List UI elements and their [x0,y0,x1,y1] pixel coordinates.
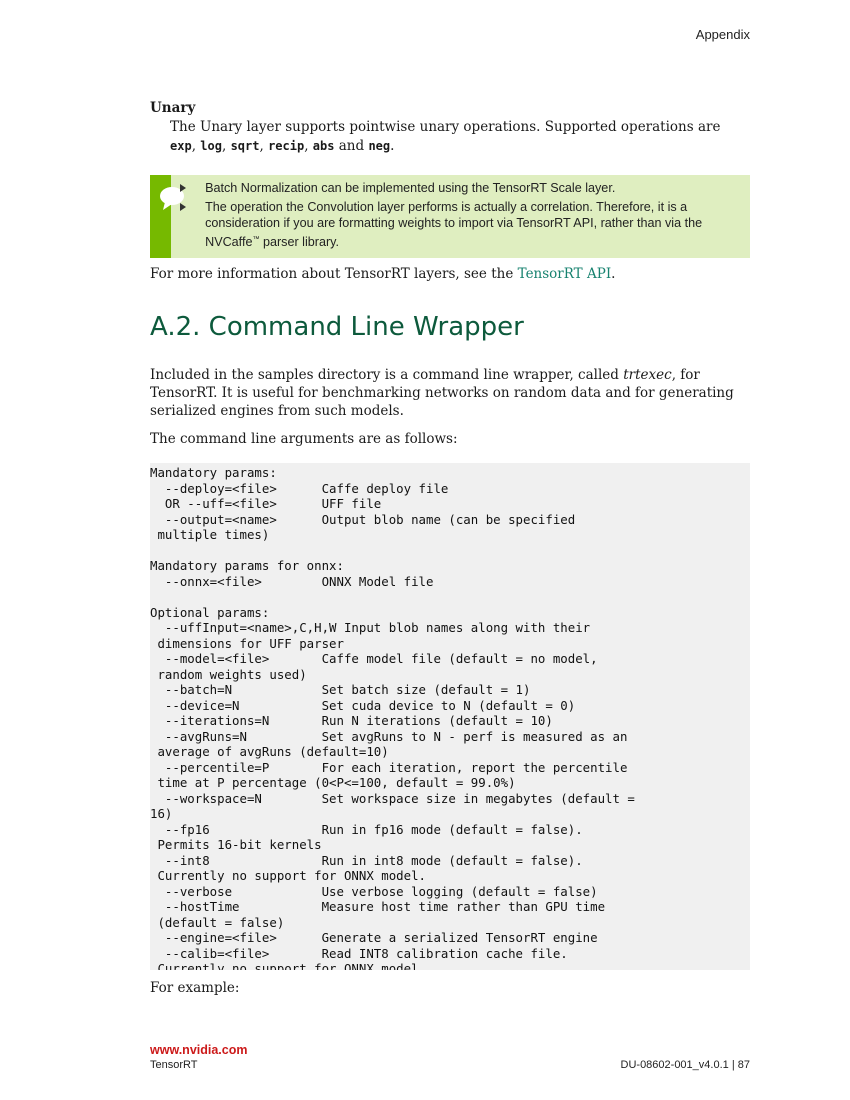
command-line-code-block: Mandatory params: --deploy=<file> Caffe … [150,463,750,970]
note-sidebar [150,175,184,258]
unary-text: The Unary layer supports pointwise unary… [170,119,721,135]
op-separator: , [221,138,231,154]
op-and: and [334,138,369,154]
page-number: 87 [737,1059,750,1071]
intro-text: Included in the samples directory is a c… [150,367,624,383]
footer-doc-info: DU-08602-001_v4.0.1 | 87 [621,1059,750,1071]
note-list: Batch Normalization can be implemented u… [171,175,750,258]
op-abs: abs [312,139,335,153]
intro-paragraph: Included in the samples directory is a c… [150,366,750,420]
unary-section: Unary The Unary layer supports pointwise… [150,100,750,156]
footer-separator: | [728,1059,738,1071]
op-separator: , [259,138,269,154]
op-separator: , [191,138,201,154]
footer-website-link[interactable]: www.nvidia.com [150,1043,247,1057]
section-title: A.2. Command Line Wrapper [150,312,524,342]
op-exp: exp [170,139,192,153]
op-log: log [200,139,222,153]
op-neg: neg [368,139,391,153]
doc-id: DU-08602-001_v4.0.1 [620,1059,729,1071]
unary-heading: Unary [150,100,196,116]
tool-name: trtexec [623,367,672,383]
more-info-paragraph: For more information about TensorRT laye… [150,266,615,282]
more-info-end: . [611,266,616,282]
op-recip: recip [268,139,305,153]
op-sqrt: sqrt [230,139,260,153]
more-info-text: For more information about TensorRT laye… [150,266,518,282]
unary-end: . [390,138,395,154]
note-box: Batch Normalization can be implemented u… [150,175,750,258]
op-separator: , [304,138,313,154]
running-header: Appendix [695,27,750,42]
note-bullet: The operation the Convolution layer perf… [180,199,742,251]
note-bullet: Batch Normalization can be implemented u… [180,180,742,197]
tensorrt-api-link[interactable]: TensorRT API [518,266,612,282]
arguments-intro: The command line arguments are as follow… [150,431,458,447]
footer-product-name: TensorRT [150,1059,198,1071]
unary-description: The Unary layer supports pointwise unary… [170,118,750,156]
note-bullet-text-end: parser library. [259,234,340,249]
example-label: For example: [150,980,240,996]
